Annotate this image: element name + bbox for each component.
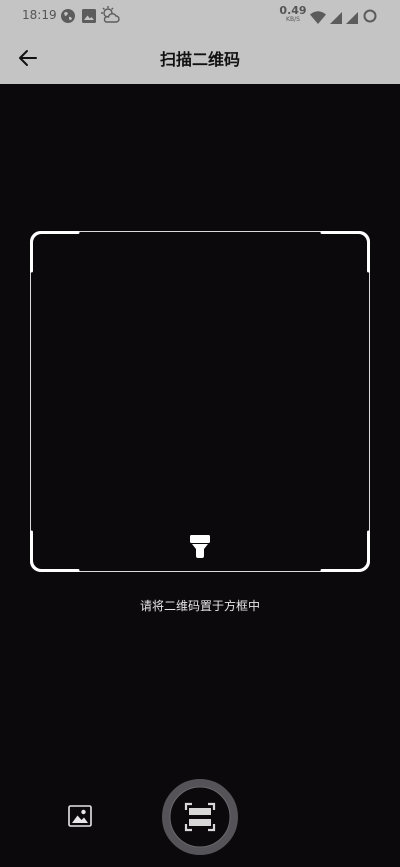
- circle-icon: [363, 8, 377, 27]
- signal-icon: [346, 9, 358, 28]
- gallery-button[interactable]: [68, 805, 92, 827]
- network-speed: 0.49 KB/S: [278, 5, 308, 23]
- flashlight-icon: [190, 535, 210, 558]
- net-speed-value: 0.49: [279, 4, 307, 17]
- scan-mode-button[interactable]: [161, 778, 239, 856]
- weather-icon: [100, 6, 120, 28]
- image-icon: [82, 8, 96, 27]
- frame-corner-bottom-left: [30, 530, 80, 572]
- globe-icon: [60, 8, 76, 28]
- wifi-icon: [310, 9, 326, 28]
- status-time: 18:19: [22, 8, 57, 22]
- app-bar: 扫描二维码: [0, 32, 400, 84]
- signal-icon: [330, 9, 342, 28]
- scan-icon: [162, 779, 238, 855]
- scan-hint: 请将二维码置于方框中: [139, 599, 260, 613]
- frame-corner-top-left: [30, 231, 80, 273]
- frame-corner-top-right: [320, 231, 370, 273]
- flashlight-button[interactable]: [187, 531, 213, 561]
- net-speed-unit: KB/S: [286, 16, 300, 23]
- page-title: 扫描二维码: [159, 50, 240, 69]
- image-icon: [68, 805, 92, 827]
- status-bar: 18:19 0.49 KB/S: [0, 0, 400, 32]
- frame-corner-bottom-right: [320, 530, 370, 572]
- scan-frame: [30, 231, 370, 572]
